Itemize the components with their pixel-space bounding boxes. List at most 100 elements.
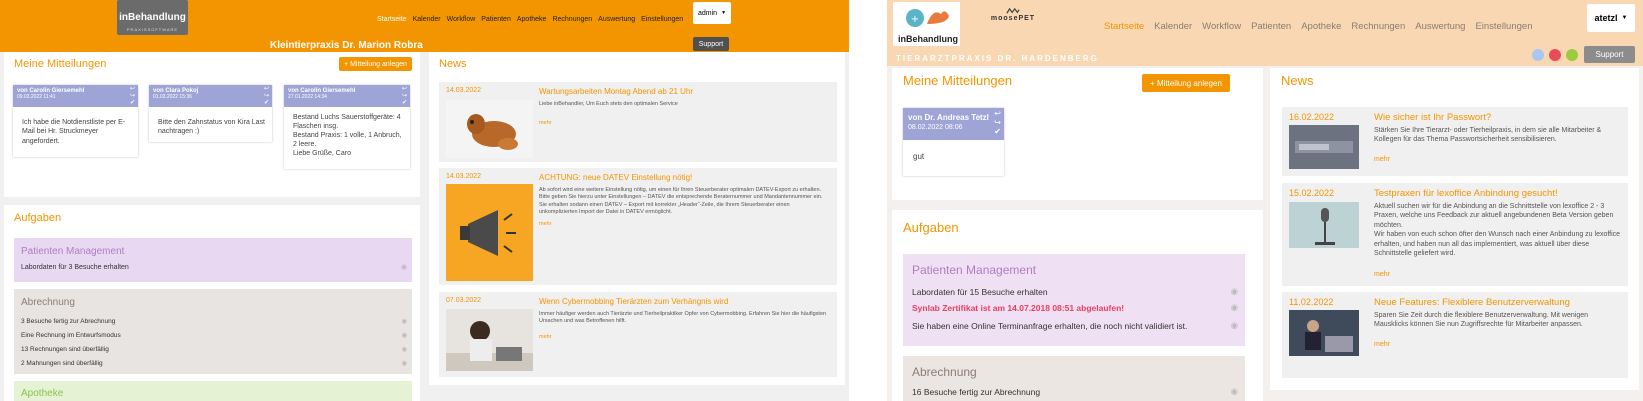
messages-title: Meine Mitteilungen	[14, 58, 107, 70]
nav-patienten[interactable]: Patienten	[478, 16, 514, 23]
eye-icon[interactable]: ◉	[1231, 286, 1238, 297]
support-button[interactable]: Support	[693, 37, 729, 51]
nav-einstellungen[interactable]: Einstellungen	[1470, 21, 1537, 32]
nav-apotheke[interactable]: Apotheke	[1296, 21, 1346, 32]
reply-icon[interactable]: ↩	[130, 86, 135, 92]
task-row[interactable]: 2 Mahnungen sind überfällig ◉	[21, 359, 407, 368]
check-icon[interactable]: ✔	[130, 100, 135, 106]
news-item[interactable]: 16.02.2022 Wie sicher ist Ihr Passwort? …	[1282, 107, 1628, 176]
reply-icon[interactable]: ↩	[264, 86, 269, 92]
support-button[interactable]: Support	[1584, 46, 1635, 63]
brand-logo[interactable]: inBehandlung PRAXISSOFTWARE	[117, 0, 188, 35]
nav-rechnungen[interactable]: Rechnungen	[549, 16, 595, 23]
message-card[interactable]: von Clara Pokoj 01.03.2022 15:36 ↩ ↪ ✔ B…	[149, 85, 272, 142]
forward-icon[interactable]: ↪	[402, 93, 407, 99]
check-icon[interactable]: ✔	[402, 100, 407, 106]
nav-kalender[interactable]: Kalender	[1149, 21, 1197, 32]
task-text: Eine Rechnung im Entwurfsmodus	[21, 331, 121, 339]
forward-icon[interactable]: ↪	[130, 93, 135, 99]
nav-startseite[interactable]: Startseite	[1099, 21, 1149, 32]
nav-rechnungen[interactable]: Rechnungen	[1346, 21, 1410, 32]
partner-logo: moosePET	[983, 8, 1043, 22]
news-item[interactable]: 11.02.2022 Neue Features: Flexiblere Ben…	[1282, 292, 1628, 378]
user-name: admin	[697, 9, 718, 17]
news-more-link[interactable]: mehr	[539, 120, 552, 126]
news-headline[interactable]: Neue Features: Flexiblere Benutzerverwal…	[1374, 297, 1570, 308]
news-headline[interactable]: Wenn Cybermobbing Tierärzten zum Verhäng…	[539, 297, 728, 306]
news-more-link[interactable]: mehr	[1374, 271, 1390, 278]
check-icon[interactable]: ✔	[994, 128, 1001, 136]
news-headline[interactable]: Wie sicher ist Ihr Passwort?	[1374, 112, 1491, 123]
comparison-stage: inBehandlung PRAXISSOFTWARE Startseite K…	[0, 0, 1643, 401]
news-more-link[interactable]: mehr	[539, 334, 552, 340]
user-menu-button[interactable]: admin ▼	[693, 2, 731, 24]
task-group-abrechnung[interactable]: Abrechnung 3 Besuche fertig zur Abrechnu…	[14, 289, 412, 374]
add-message-button[interactable]: + Mitteilung anlegen	[339, 57, 412, 71]
task-group-patienten[interactable]: Patienten Management Labordaten für 15 B…	[903, 254, 1245, 346]
tasks-title: Aufgaben	[14, 212, 62, 224]
eye-icon[interactable]: ◉	[401, 331, 407, 339]
forward-icon[interactable]: ↪	[264, 93, 269, 99]
task-row-warning[interactable]: Synlab Zertifikat ist am 14.07.2018 08:5…	[912, 302, 1238, 313]
status-dot-red[interactable]	[1549, 49, 1561, 61]
status-dot-green[interactable]	[1566, 49, 1578, 61]
message-card[interactable]: von Carolin Giersemehl 09.03.2022 11:41 …	[13, 85, 138, 157]
news-item[interactable]: 07.03.2022 Wenn Cybermobbing Tierärzten …	[439, 292, 837, 377]
message-from: von Dr. Andreas Tetzl	[908, 113, 989, 122]
eye-icon[interactable]: ◉	[1231, 302, 1238, 313]
nav-startseite[interactable]: Startseite	[374, 16, 410, 23]
old-dashboard: inBehandlung PRAXISSOFTWARE Startseite K…	[0, 0, 849, 401]
news-headline[interactable]: Wartungsarbeiten Montag Abend ab 21 Uhr	[539, 87, 693, 96]
news-item[interactable]: 14.03.2022 Wartungsarbeiten Montag Abend…	[439, 82, 837, 162]
task-row[interactable]: 3 Besuche fertig zur Abrechnung ◉	[21, 317, 407, 326]
nav-auswertung[interactable]: Auswertung	[1410, 21, 1470, 32]
forward-icon[interactable]: ↪	[994, 119, 1001, 127]
task-row[interactable]: Labordaten für 3 Besuche erhalten ◉	[21, 263, 407, 272]
eye-icon[interactable]: ◉	[401, 317, 407, 325]
password-image	[1289, 125, 1359, 169]
news-item[interactable]: 15.02.2022 Testpraxen für lexoffice Anbi…	[1282, 183, 1628, 286]
nav-workflow[interactable]: Workflow	[1197, 21, 1246, 32]
nav-apotheke[interactable]: Apotheke	[514, 16, 550, 23]
eye-icon[interactable]: ◉	[1231, 320, 1238, 331]
nav-auswertung[interactable]: Auswertung	[595, 16, 638, 23]
check-icon[interactable]: ✔	[264, 100, 269, 106]
news-headline[interactable]: Testpraxen für lexoffice Anbindung gesuc…	[1374, 188, 1558, 199]
news-more-link[interactable]: mehr	[1374, 341, 1390, 348]
task-group-title: Apotheke	[21, 388, 64, 399]
news-panel: News 16.02.2022 Wie sicher ist Ihr Passw…	[1270, 68, 1639, 390]
dog-image	[446, 100, 533, 158]
task-group-patienten[interactable]: Patienten Management Labordaten für 3 Be…	[14, 238, 412, 282]
nav-kalender[interactable]: Kalender	[410, 16, 444, 23]
message-card[interactable]: von Dr. Andreas Tetzl 08.02.2022 08:06 ↩…	[903, 108, 1004, 176]
news-more-link[interactable]: mehr	[539, 221, 552, 227]
news-headline[interactable]: ACHTUNG: neue DATEV Einstellung nötig!	[539, 173, 692, 182]
task-row[interactable]: Eine Rechnung im Entwurfsmodus ◉	[21, 331, 407, 340]
task-group-abrechnung[interactable]: Abrechnung 16 Besuche fertig zur Abrechn…	[903, 356, 1245, 401]
eye-icon[interactable]: ◉	[1231, 386, 1238, 397]
task-row[interactable]: 13 Rechnungen sind überfällig ◉	[21, 345, 407, 354]
status-dot-blue[interactable]	[1532, 49, 1544, 61]
task-group-apotheke[interactable]: Apotheke	[14, 381, 412, 401]
reply-icon[interactable]: ↩	[994, 110, 1001, 118]
user-menu-button[interactable]: atetzl ▼	[1587, 4, 1635, 32]
eye-icon[interactable]: ◉	[401, 263, 407, 271]
message-body: Bitte den Zahnstatus von Kira Last nacht…	[158, 119, 266, 136]
task-text: Sie haben eine Online Terminanfrage erha…	[912, 320, 1188, 331]
add-message-button[interactable]: + Mitteilung anlegen	[1142, 74, 1230, 92]
news-more-link[interactable]: mehr	[1374, 156, 1390, 163]
nav-patienten[interactable]: Patienten	[1246, 21, 1296, 32]
chevron-down-icon: ▼	[1621, 15, 1628, 21]
task-row[interactable]: Labordaten für 15 Besuche erhalten ◉	[912, 286, 1238, 297]
news-item[interactable]: 14.03.2022 ACHTUNG: neue DATEV Einstellu…	[439, 168, 837, 285]
brand-logo[interactable]: + inBehandlung	[893, 2, 960, 46]
news-date: 11.02.2022	[1289, 297, 1334, 307]
nav-workflow[interactable]: Workflow	[444, 16, 479, 23]
nav-einstellungen[interactable]: Einstellungen	[638, 16, 686, 23]
reply-icon[interactable]: ↩	[402, 86, 407, 92]
task-row[interactable]: Sie haben eine Online Terminanfrage erha…	[912, 320, 1238, 331]
task-row[interactable]: 16 Besuche fertig zur Abrechnung ◉	[912, 386, 1238, 397]
message-card[interactable]: von Carolin Giersemehl 27.01.2022 14:34 …	[284, 85, 410, 169]
eye-icon[interactable]: ◉	[401, 345, 407, 353]
eye-icon[interactable]: ◉	[401, 359, 407, 367]
